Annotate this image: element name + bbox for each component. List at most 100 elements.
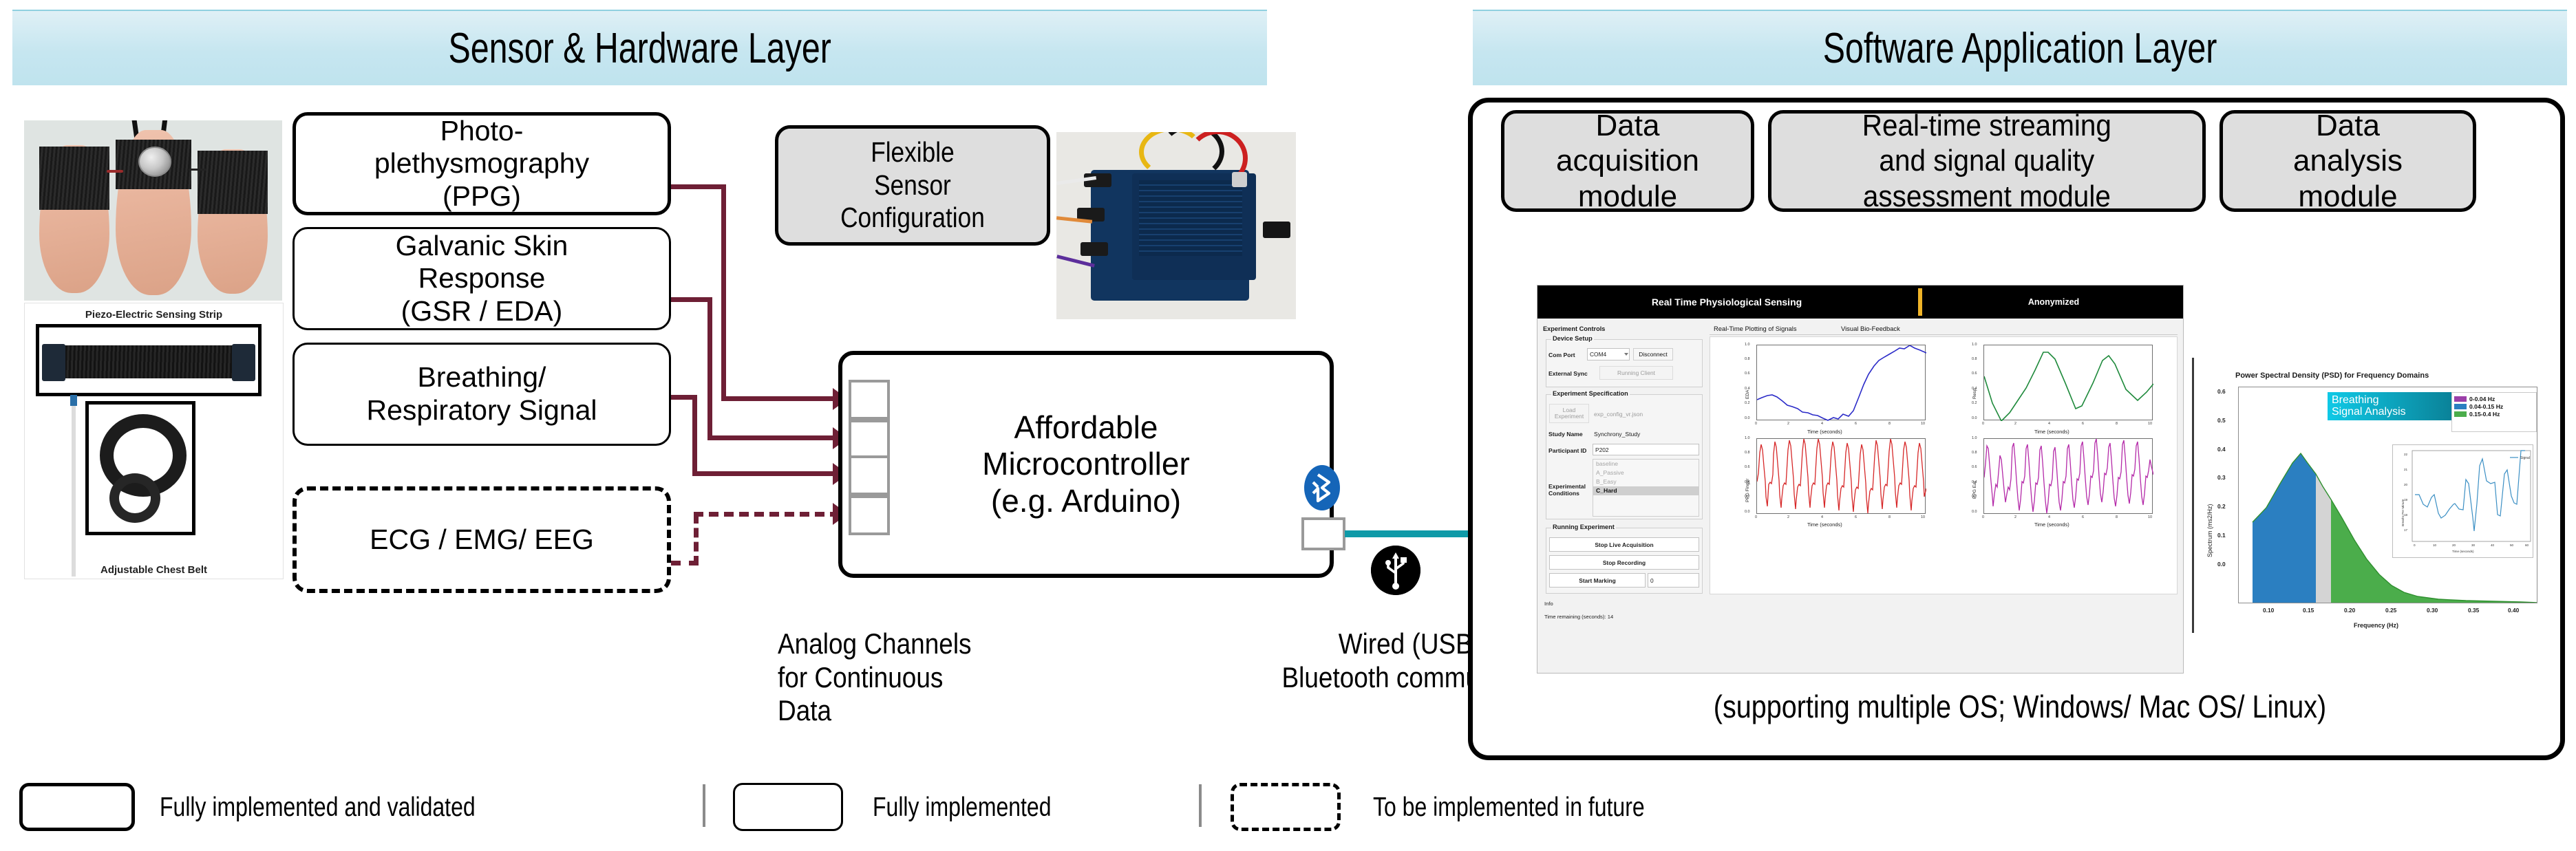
tick: 0.4	[1745, 387, 1750, 391]
stop-live-acquisition-button[interactable]: Stop Live Acquisition	[1549, 537, 1699, 552]
legend-swatch	[2454, 411, 2467, 417]
experimental-conditions-list[interactable]: baseline A_Passive B_Easy C_Hard	[1593, 459, 1699, 517]
tick: 0.4	[1745, 480, 1750, 484]
analog-port-3[interactable]	[849, 455, 890, 495]
tick: 20	[2452, 543, 2456, 547]
tick: 1.0	[1972, 343, 1977, 347]
inset-axis-label-x: Time (seconds)	[2452, 550, 2474, 553]
tick: 0.30	[2427, 607, 2438, 614]
disconnect-button[interactable]: Disconnect	[1633, 348, 1673, 360]
tick: 0.3	[2217, 474, 2226, 481]
module-label-data-analysis: Data analysis module	[2293, 109, 2403, 213]
app-title-bar: Real Time Physiological Sensing Anonymiz…	[1537, 286, 2183, 319]
external-sync-status[interactable]: Running Client	[1599, 366, 1673, 380]
status-text: Time remaining (seconds): 14	[1544, 614, 1614, 620]
analog-port-1[interactable]	[849, 380, 890, 420]
com-port-select[interactable]: COM4	[1587, 348, 1630, 360]
tab-visual-biofeedback[interactable]: Visual Bio-Feedback	[1841, 325, 1900, 332]
plot-tabbar	[1710, 334, 2178, 335]
communication-link	[1345, 530, 1486, 537]
module-box-data-analysis[interactable]: Data analysis module	[2220, 109, 2476, 213]
stop-recording-button[interactable]: Stop Recording	[1549, 555, 1699, 570]
anonymized-label: Anonymized	[2027, 297, 2080, 307]
legend-label: 0.15-0.4 Hz	[2469, 411, 2500, 418]
psd-axis-label-y: Spectrum (ms2/Hz)	[2206, 504, 2213, 557]
panel-label-experiment-specification: Experiment Specification	[1551, 390, 1630, 397]
legend-label: 0-0.04 Hz	[2469, 396, 2495, 402]
tick: 0.35	[2468, 607, 2480, 614]
tick: 0.6	[1972, 465, 1977, 469]
wire-ppg-h1	[671, 184, 726, 189]
psd-axis-label-x: Frequency (Hz)	[2354, 622, 2399, 629]
usb-icon	[1371, 546, 1420, 595]
list-item[interactable]: baseline	[1593, 460, 1699, 468]
module-box-data-acquisition[interactable]: Data acquisition module	[1501, 109, 1754, 213]
module-box-realtime-streaming[interactable]: Real-time streaming and signal quality ass…	[1768, 109, 2206, 213]
tick: 1.0	[1972, 436, 1977, 440]
tick: 0	[2414, 543, 2416, 547]
software-layer-banner: Software Application Layer	[1473, 10, 2567, 85]
psd-chart-panel: Power Spectral Density (PSD) for Frequen…	[2192, 358, 2557, 633]
list-item[interactable]: A_Passive	[1593, 468, 1699, 477]
tick: 0.6	[1745, 371, 1750, 376]
tick: 0.2	[1972, 495, 1977, 499]
list-item[interactable]: B_Easy	[1593, 477, 1699, 486]
tick: 0.0	[1972, 416, 1977, 420]
config-file-name: exp_config_vr.json	[1594, 411, 1643, 418]
finger-sensor-photo	[24, 120, 282, 301]
os-support-note: (supporting multiple OS; Windows/ Mac OS…	[1713, 689, 2327, 724]
label-external-sync: External Sync	[1548, 370, 1588, 377]
sensor-box-ppg[interactable]: Photo-plethysmography (PPG)	[292, 112, 671, 215]
legend-divider-1	[703, 784, 705, 827]
tab-realtime-plotting[interactable]: Real-Time Plotting of Signals	[1714, 325, 1797, 332]
microcontroller-board-photo	[1056, 132, 1296, 319]
application-screenshot: Real Time Physiological Sensing Anonymiz…	[1537, 285, 2184, 674]
analog-port-4[interactable]	[849, 495, 890, 535]
legend-label-future: To be implemented in future	[1373, 793, 1645, 822]
legend-label-validated: Fully implemented and validated	[160, 793, 476, 822]
participant-id-input[interactable]: P202	[1593, 444, 1699, 455]
tick: 2	[1787, 422, 1789, 426]
legend-swatch	[2454, 396, 2467, 402]
comm-port-hardware[interactable]	[1301, 517, 1345, 550]
psd-legend: 0-0.04 Hz 0.04-0.15 Hz 0.15-0.4 Hz	[2451, 392, 2537, 432]
sensor-box-ecg[interactable]: ECG / EMG/ EEG	[292, 486, 671, 593]
tick: 10	[2433, 543, 2437, 547]
microcontroller-box[interactable]: Affordable Microcontroller (e.g. Arduino)	[838, 351, 1334, 578]
tick: 0.2	[1745, 495, 1750, 499]
wire-ecg-h2	[694, 512, 840, 517]
value-study-name: Synchrony_Study	[1594, 431, 1641, 438]
start-marking-button[interactable]: Start Marking	[1549, 573, 1646, 588]
analog-channels-note: Analog Channels for Continuous Data	[778, 627, 972, 727]
tick: 0	[1755, 515, 1757, 519]
tick: 0.2	[1745, 401, 1750, 405]
marker-count-input[interactable]: 0	[1648, 573, 1699, 588]
load-experiment-button[interactable]: Load Experiment	[1549, 404, 1589, 423]
legend-item: 0.04-0.15 Hz	[2454, 403, 2534, 410]
tick: 40	[2491, 543, 2495, 547]
group-device-setup	[1546, 339, 1703, 387]
flexible-sensor-config-box[interactable]: Flexible Sensor Configuration	[775, 125, 1050, 246]
tick: 0.15	[2303, 607, 2314, 614]
analog-port-2[interactable]	[849, 420, 890, 460]
tick: 0.4	[2217, 446, 2226, 453]
tick: 0.4	[1972, 480, 1977, 484]
hardware-layer-title: Sensor & Hardware Layer	[448, 24, 831, 72]
legend-divider-2	[1199, 784, 1202, 827]
tick: 4	[1821, 515, 1823, 519]
tick: 10	[1921, 515, 1925, 519]
chest-belt-caption: Adjustable Chest Belt	[100, 564, 208, 576]
tick: 0.10	[2263, 607, 2275, 614]
tick: 0.0	[1745, 416, 1750, 420]
tick: 0.2	[1972, 401, 1977, 405]
tick: 0.0	[2217, 561, 2226, 568]
sensor-box-gsr[interactable]: Galvanic Skin Response (GSR / EDA)	[292, 227, 671, 330]
tick: 60	[2525, 543, 2529, 547]
microcontroller-label: Affordable Microcontroller (e.g. Arduino)	[982, 409, 1190, 519]
tick: 0	[1982, 422, 1984, 426]
tick: 0.40	[2508, 607, 2520, 614]
list-item-selected[interactable]: C_Hard	[1593, 486, 1699, 495]
title-divider	[1918, 288, 1922, 316]
sensor-box-resp[interactable]: Breathing/Respiratory Signal	[292, 343, 671, 446]
tick: 0	[1982, 515, 1984, 519]
